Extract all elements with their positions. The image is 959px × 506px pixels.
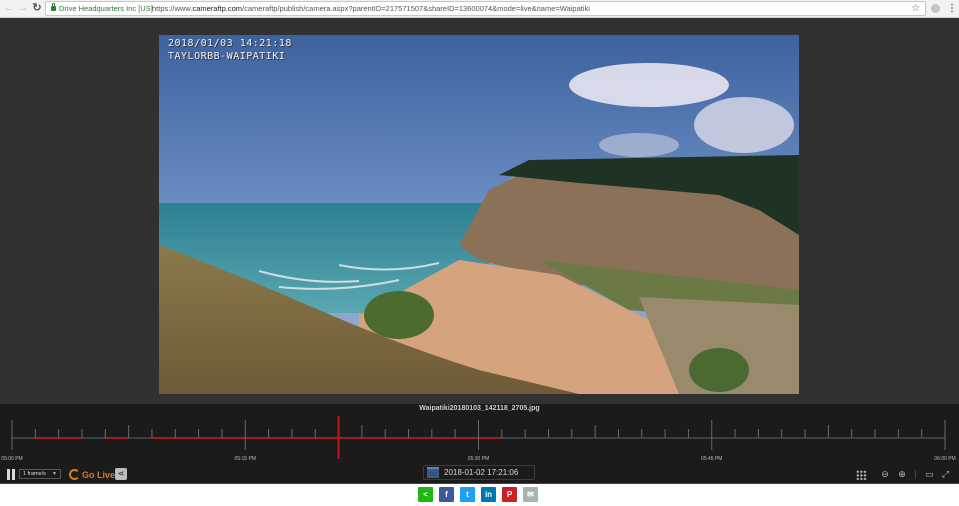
- pinterest-button[interactable]: P: [502, 487, 517, 502]
- timeline-label: 05:00 PM: [1, 456, 23, 462]
- url-domain: cameraftp.com: [192, 4, 243, 13]
- email-button[interactable]: ✉: [523, 487, 538, 502]
- calendar-icon[interactable]: [427, 467, 439, 478]
- extension-icon[interactable]: [931, 4, 940, 13]
- timeline-label: 05:30 PM: [467, 456, 490, 462]
- pause-icon[interactable]: [7, 469, 15, 480]
- url-separator: |: [146, 4, 148, 13]
- url-text[interactable]: https://www.cameraftp.com/cameraftp/publ…: [152, 2, 590, 15]
- timeline-label: 06:00 PM: [934, 456, 956, 462]
- frame-rate-select[interactable]: 1 frame/s ▼: [19, 469, 61, 479]
- playback-controls: 1 frame/s ▼ Go Live ⋖ 2018-01-02 17:21:0…: [0, 465, 959, 484]
- camera-viewer: 2018/01/03 14:21:18 TAYLORBB-WAIPATIKI: [0, 18, 959, 404]
- twitter-button[interactable]: t: [460, 487, 475, 502]
- zoom-in-icon[interactable]: ⊕: [897, 469, 907, 480]
- grid-view-icon[interactable]: [856, 470, 867, 480]
- share-button[interactable]: <: [418, 487, 433, 502]
- timeline-label: 05:45 PM: [701, 456, 723, 462]
- star-icon[interactable]: ☆: [911, 2, 920, 15]
- go-live-label: Go Live: [82, 469, 116, 480]
- go-live-button[interactable]: Go Live: [69, 467, 115, 482]
- bush: [364, 291, 434, 339]
- timeline-label: 05:15 PM: [234, 456, 256, 462]
- linkedin-button[interactable]: in: [481, 487, 496, 502]
- chevron-down-icon: ▼: [52, 471, 57, 477]
- shrub: [689, 348, 749, 392]
- social-share-bar: < f t in P ✉: [0, 485, 959, 506]
- site-identity[interactable]: Drive Headquarters Inc [US]: [59, 2, 153, 15]
- beach-scene: [159, 35, 799, 394]
- share-icon[interactable]: ⋖: [115, 468, 127, 480]
- url-prefix: https://www.: [152, 4, 193, 13]
- osd-camera-name: TAYLORBB-WAIPATIKI: [168, 51, 286, 62]
- zoom-out-icon[interactable]: ⊖: [880, 469, 890, 480]
- frame-rate-value: 1 frame/s: [23, 471, 46, 477]
- fullscreen-icon[interactable]: ⤢: [940, 469, 951, 480]
- kebab-menu-icon[interactable]: ⋮: [947, 1, 957, 16]
- camera-image[interactable]: 2018/01/03 14:21:18 TAYLORBB-WAIPATIKI: [159, 35, 799, 394]
- refresh-icon: [69, 469, 80, 480]
- osd-timestamp: 2018/01/03 14:21:18: [168, 38, 292, 49]
- cloud: [694, 97, 794, 153]
- datetime-picker[interactable]: 2018-01-02 17:21:06: [423, 465, 535, 480]
- cloud: [599, 133, 679, 157]
- reload-icon[interactable]: ↻: [31, 2, 43, 15]
- facebook-button[interactable]: f: [439, 487, 454, 502]
- browser-toolbar: ← → ↻ Drive Headquarters Inc [US] | http…: [0, 0, 959, 18]
- datetime-value: 2018-01-02 17:21:06: [444, 468, 519, 477]
- toolbar-divider: [915, 470, 916, 479]
- back-arrow-icon[interactable]: ←: [3, 2, 15, 15]
- lock-icon: [51, 3, 56, 11]
- cloud: [569, 63, 729, 107]
- address-bar[interactable]: Drive Headquarters Inc [US] | https://ww…: [45, 1, 926, 16]
- timeline[interactable]: Waipatiki20180103_142118_2705.jpg 05:00 …: [0, 404, 959, 465]
- url-path: /cameraftp/publish/camera.aspx?parentID=…: [242, 4, 590, 13]
- fit-screen-icon[interactable]: ▭: [924, 469, 935, 480]
- forward-arrow-icon[interactable]: →: [17, 2, 29, 15]
